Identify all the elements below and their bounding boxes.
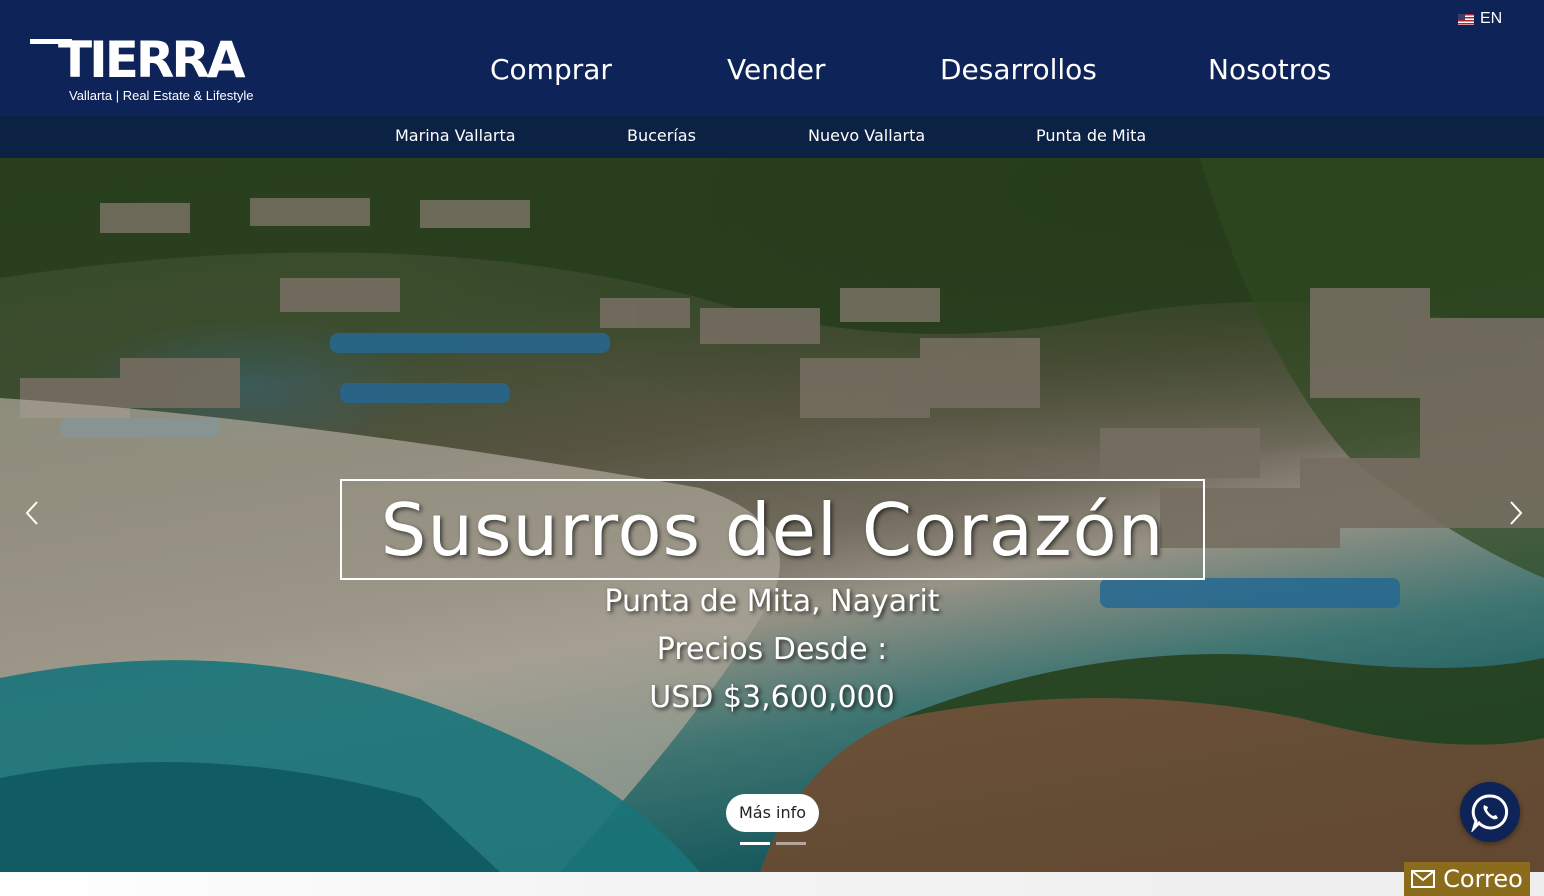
whatsapp-icon [1471, 794, 1509, 832]
subnav-item-marina-vallarta[interactable]: Marina Vallarta [395, 116, 516, 156]
hero-title: Susurros del Corazón [380, 487, 1165, 572]
chevron-left-icon[interactable] [18, 498, 48, 528]
more-info-button[interactable]: Más info [726, 794, 819, 832]
language-switcher[interactable]: EN [1458, 10, 1502, 28]
envelope-icon [1411, 870, 1436, 888]
carousel-indicators [740, 842, 806, 845]
page-bottom-edge [0, 872, 1544, 896]
email-contact-tab[interactable]: Correo [1404, 862, 1530, 896]
nav-item-nosotros[interactable]: Nosotros [1208, 48, 1331, 92]
hero-location: Punta de Mita, Nayarit [604, 584, 940, 619]
hero-price: USD $3,600,000 [649, 680, 895, 715]
us-flag-icon [1458, 13, 1474, 25]
location-subnav: Marina Vallarta Bucerías Nuevo Vallarta … [0, 116, 1544, 158]
carousel-indicator[interactable] [776, 842, 806, 845]
nav-item-vender[interactable]: Vender [727, 48, 825, 92]
subnav-item-punta-de-mita[interactable]: Punta de Mita [1036, 116, 1146, 156]
hero-price-label: Precios Desde : [656, 632, 888, 667]
hero-title-frame: Susurros del Corazón [340, 479, 1205, 580]
nav-item-desarrollos[interactable]: Desarrollos [940, 48, 1097, 92]
subnav-item-nuevo-vallarta[interactable]: Nuevo Vallarta [808, 116, 925, 156]
chevron-right-icon[interactable] [1500, 498, 1530, 528]
main-nav: Comprar Vender Desarrollos Nosotros [0, 48, 1544, 92]
carousel-indicator[interactable] [740, 842, 770, 845]
whatsapp-button[interactable] [1460, 782, 1520, 842]
hero-carousel: Susurros del Corazón Punta de Mita, Naya… [0, 158, 1544, 872]
site-header: TIERRA Vallarta | Real Estate & Lifestyl… [0, 0, 1544, 116]
subnav-item-bucerias[interactable]: Bucerías [627, 116, 696, 156]
language-label: EN [1480, 10, 1503, 27]
nav-item-comprar[interactable]: Comprar [490, 48, 612, 92]
email-contact-label: Correo [1443, 865, 1523, 893]
